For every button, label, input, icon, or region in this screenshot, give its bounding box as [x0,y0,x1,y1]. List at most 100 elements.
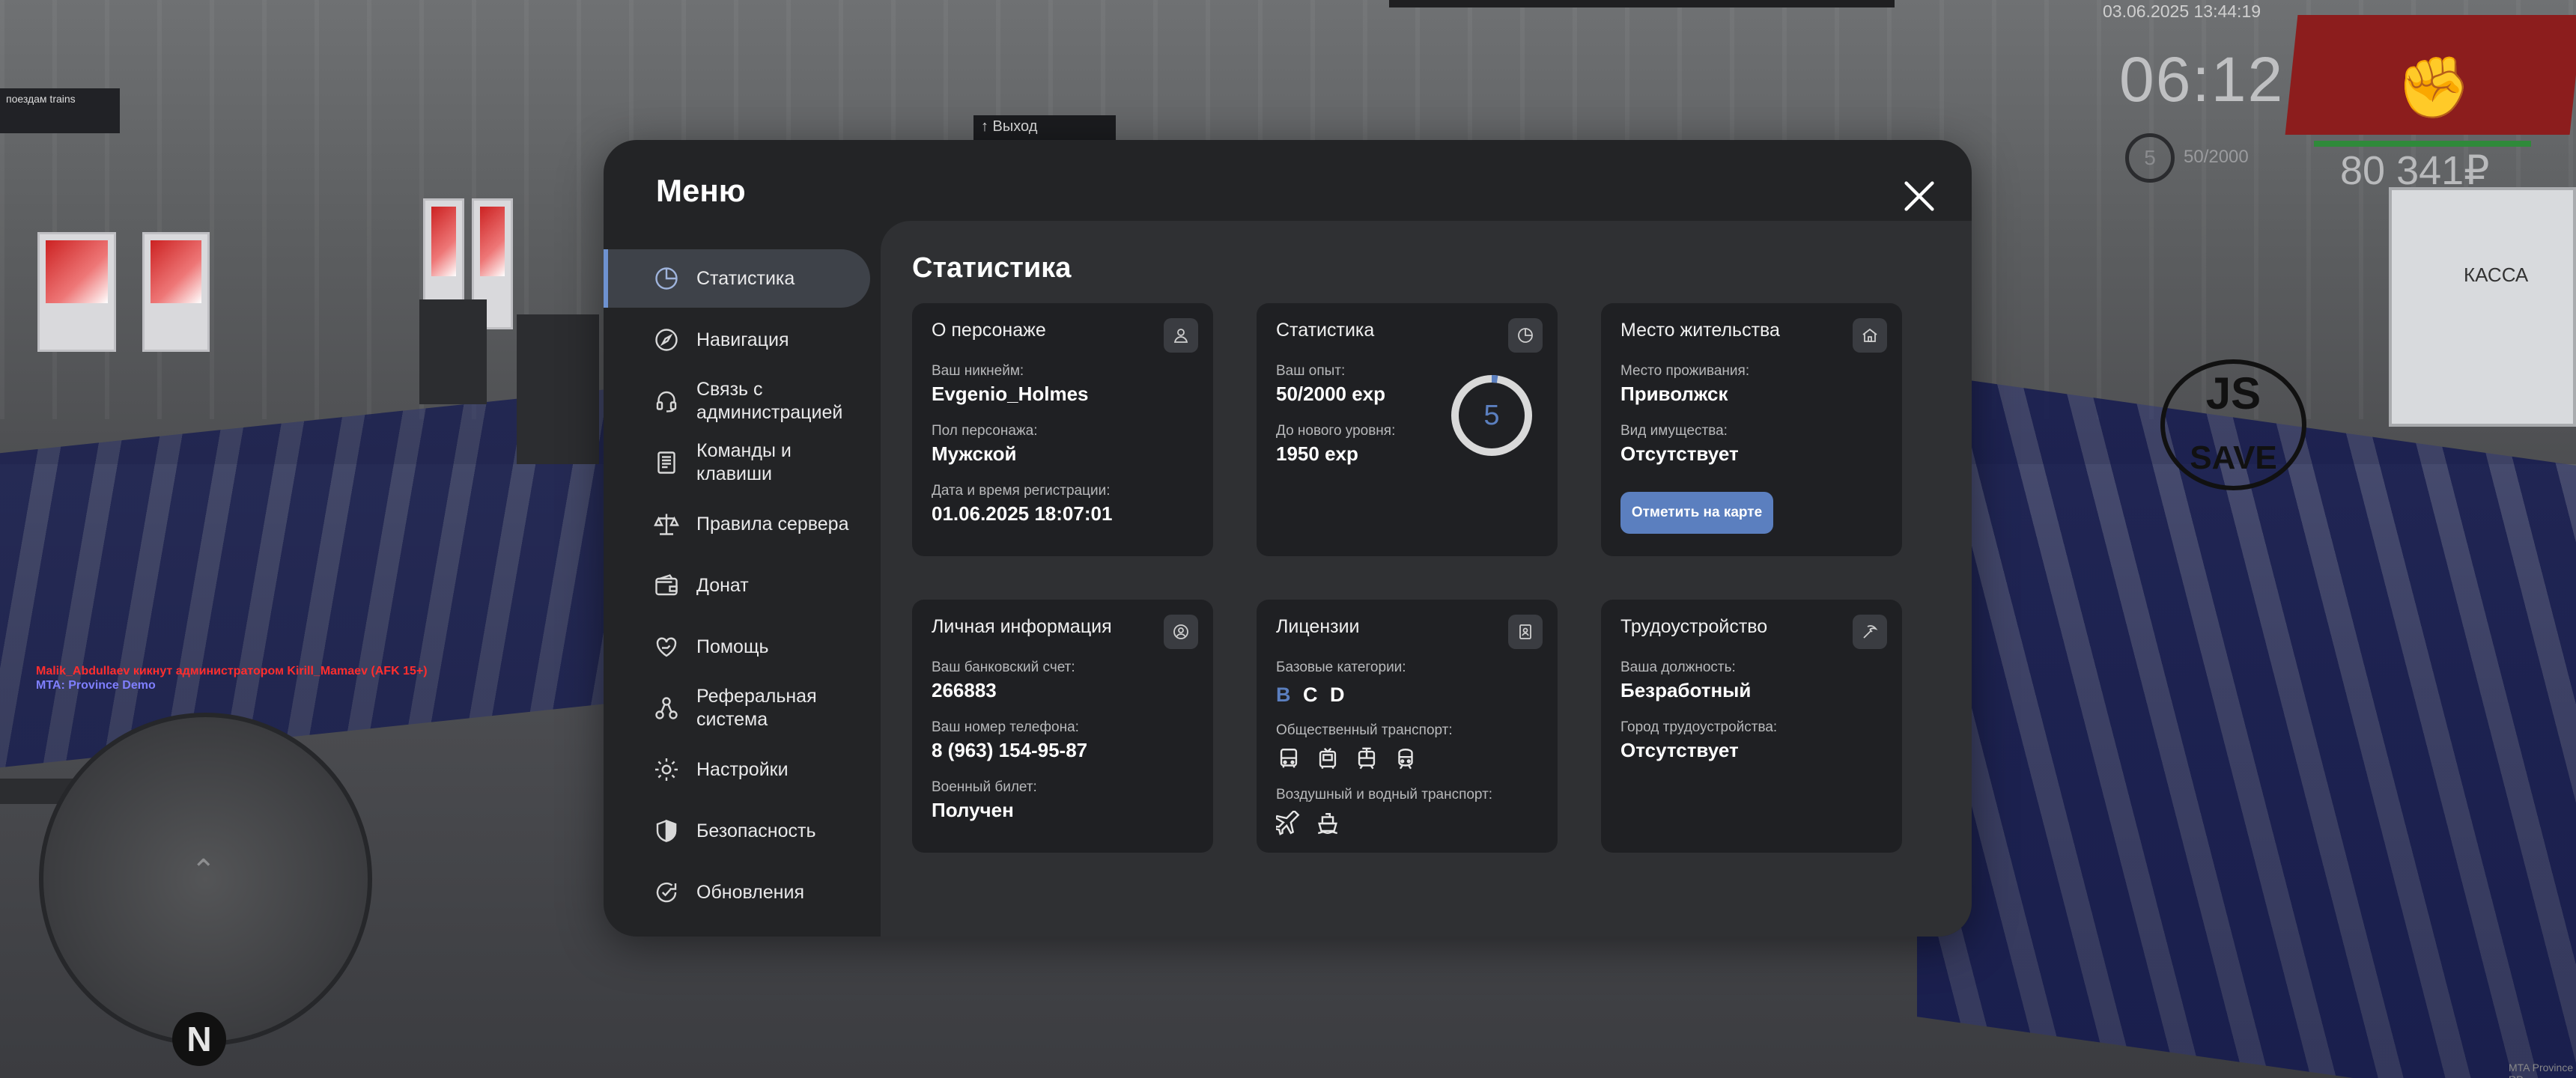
turnstile [517,314,599,464]
close-button[interactable] [1898,174,1941,218]
card-title: Место жительства [1620,320,1780,341]
scales-icon [653,511,680,538]
heart-hand-icon [653,633,680,660]
sidebar-item-label: Донат [696,574,749,596]
registration-label: Дата и время регистрации: [932,483,1111,499]
ticket-office [2389,187,2576,427]
save-logo-text: SAVE [2190,439,2277,476]
license-category: B [1276,683,1291,706]
phone-value: 8 (963) 154-95-87 [932,739,1088,761]
nickname-label: Ваш никнейм: [932,363,1024,379]
sidebar-item-statistics[interactable]: Статистика [604,249,870,308]
military-id-value: Получен [932,799,1014,821]
card-title: О персонаже [932,320,1046,341]
poster [142,232,210,352]
bank-account-value: 266883 [932,679,997,701]
health-bar [2314,141,2531,147]
sidebar-item-label: Правила сервера [696,513,849,535]
sidebar-item-label: Обновления [696,881,804,903]
user-circle-icon [1164,615,1198,649]
nickname-value: Evgenio_Holmes [932,383,1089,405]
gear-icon [653,756,680,783]
gender-value: Мужской [932,442,1017,465]
license-category: D [1330,683,1345,706]
metro-icon [1393,746,1418,772]
hud-clock: 06:12 [2119,44,2285,115]
trolleybus-icon [1315,746,1340,772]
player-arrow-icon: ⌃ [191,854,216,887]
position-label: Ваша должность: [1620,660,1736,675]
sidebar-item-label: Настройки [696,758,789,780]
residence-card: Место жительства Место проживания: Приво… [1601,303,1902,556]
residence-label: Место проживания: [1620,363,1750,379]
bank-account-label: Ваш банковский счет: [932,660,1075,675]
ticket-office-label: КАССА [2464,264,2529,286]
server-watermark: MTA Province RP [2509,1062,2574,1078]
hud-datetime: 03.06.2025 13:44:19 [2103,1,2261,21]
save-logo: JS SAVE [2160,359,2306,490]
north-indicator: N [172,1012,226,1066]
ceiling-beam [1389,0,1895,7]
property-label: Вид имущества: [1620,423,1728,439]
employment-city-value: Отсутствует [1620,739,1739,761]
sidebar-item-label: Помощь [696,636,769,657]
update-icon [653,879,680,906]
shield-icon [653,817,680,844]
registration-value: 01.06.2025 18:07:01 [932,502,1113,525]
pie-chart-icon [653,265,680,292]
tram-icon [1354,746,1379,772]
license-category: C [1303,683,1318,706]
wallet-icon [653,572,680,599]
sidebar-item-commands[interactable]: Команды и клавиши [604,433,870,492]
ship-icon [1315,811,1340,836]
close-icon [1904,181,1934,211]
sidebar-item-donate[interactable]: Донат [604,556,870,615]
house-icon [1853,318,1887,353]
exp-label: Ваш опыт: [1276,363,1346,379]
employment-city-label: Город трудоустройства: [1620,719,1778,735]
sidebar-item-admin-contact[interactable]: Связь с администрацией [604,372,870,430]
sidebar-item-label: Статистика [696,267,795,289]
character-card: О персонаже Ваш никнейм: Evgenio_Holmes … [912,303,1213,556]
gender-label: Пол персонажа: [932,423,1038,439]
poster [37,232,116,352]
menu-title: Меню [656,173,746,208]
mark-on-map-button[interactable]: Отметить на карте [1620,492,1773,534]
keyboard-icon [653,449,680,476]
exp-value: 50/2000 exp [1276,383,1386,405]
employment-card: Трудоустройство Ваша должность: Безработ… [1601,600,1902,853]
sidebar-item-security[interactable]: Безопасность [604,802,870,860]
fist-icon: ✊ [2396,54,2471,121]
compass-icon [653,326,680,353]
military-id-label: Военный билет: [932,779,1037,795]
sidebar-item-updates[interactable]: Обновления [604,863,870,922]
chat-message: Malik_Abdullaev кикнут администратором K… [36,665,428,677]
next-level-value: 1950 exp [1276,442,1358,465]
airplane-icon [1273,809,1301,836]
hud-money: 80 341₽ [2340,148,2490,193]
sidebar-item-label: Безопасность [696,820,816,841]
menu-modal: Меню Статистика Навигация Связь с админи… [604,140,1972,937]
card-title: Личная информация [932,616,1112,637]
sidebar-item-settings[interactable]: Настройки [604,740,870,799]
sidebar-item-navigation[interactable]: Навигация [604,311,870,369]
level-number: 5 [1483,400,1500,431]
sidebar-item-referral[interactable]: Реферальная система [604,679,870,737]
card-title: Статистика [1276,320,1375,341]
sidebar-item-label: Реферальная система [696,686,817,730]
personal-info-card: Личная информация Ваш банковский счет: 2… [912,600,1213,853]
air-water-transport-label: Воздушный и водный транспорт: [1276,787,1493,803]
licenses-card: Лицензии Базовые категории: B C D Общест… [1257,600,1558,853]
sidebar-item-help[interactable]: Помощь [604,618,870,676]
turnstile [419,299,487,404]
position-value: Безработный [1620,679,1752,701]
pickaxe-icon [1853,615,1887,649]
hud-level-badge: 5 [2125,133,2175,183]
card-title: Лицензии [1276,616,1360,637]
sidebar-item-label: Команды и клавиши [696,440,792,484]
experience-card: Статистика Ваш опыт: 50/2000 exp До ново… [1257,303,1558,556]
sidebar-item-label: Связь с администрацией [696,379,843,423]
residence-value: Приволжск [1620,383,1728,405]
user-icon [1164,318,1198,353]
sidebar-item-rules[interactable]: Правила сервера [604,495,870,553]
